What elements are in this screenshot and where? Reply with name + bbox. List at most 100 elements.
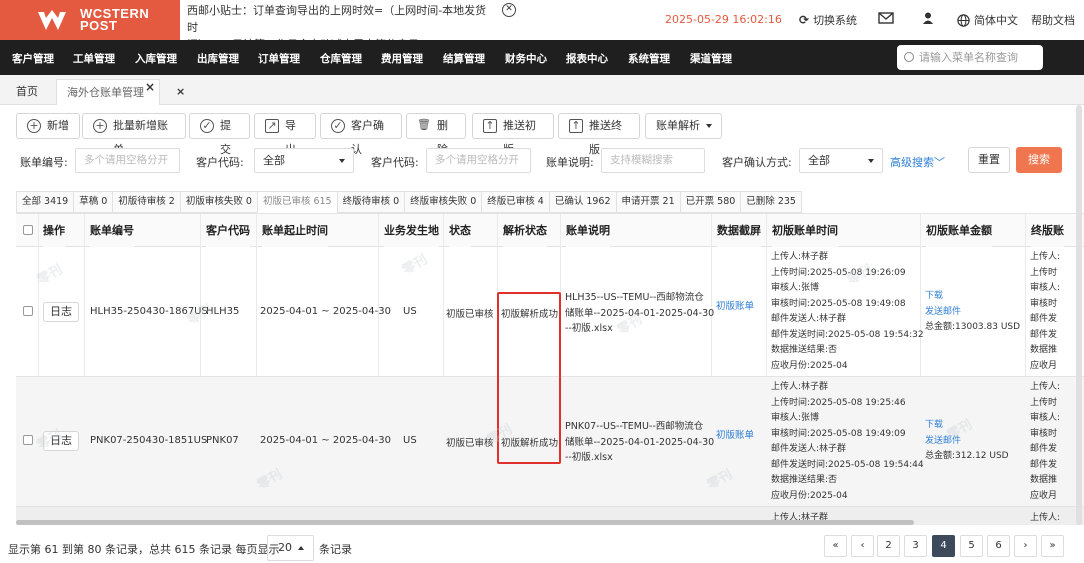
status-tab-initial-approved[interactable]: 初版已审核 615 bbox=[256, 191, 338, 213]
nav-item-report[interactable]: 报表中心 bbox=[566, 51, 608, 66]
upload-icon: ↑ bbox=[569, 119, 583, 133]
bill-parse-dropdown[interactable]: 账单解析 bbox=[645, 113, 722, 139]
col-header-customer[interactable]: 客户代码 bbox=[206, 214, 250, 247]
export-button[interactable]: ↗导出 bbox=[254, 113, 316, 156]
row-checkbox[interactable] bbox=[23, 435, 33, 445]
page-button-current[interactable]: 4 bbox=[932, 535, 955, 557]
col-header-status[interactable]: 状态 bbox=[449, 214, 471, 247]
col-header-period[interactable]: 账单起止时间 bbox=[262, 214, 328, 247]
nav-item-system[interactable]: 系统管理 bbox=[628, 51, 670, 66]
send-email-link[interactable]: 发送邮件 bbox=[925, 305, 1020, 321]
screenshot-link[interactable]: 初版账单 bbox=[716, 427, 754, 441]
send-email-link[interactable]: 发送邮件 bbox=[925, 434, 1009, 450]
tab-bill-management[interactable]: 海外仓账单管理 × bbox=[56, 79, 160, 105]
time-line: 上传时间:2025-05-08 19:25:46 bbox=[771, 397, 906, 408]
page-button-3[interactable]: 3 bbox=[904, 535, 927, 557]
bill-desc-input[interactable]: 支持模糊搜索 bbox=[601, 148, 705, 173]
check-circle-icon: ✓ bbox=[331, 119, 345, 133]
submit-button[interactable]: ✓ 提交 bbox=[189, 113, 250, 156]
status-tab-invoiced[interactable]: 已开票 580 bbox=[679, 191, 742, 213]
nav-item-fee[interactable]: 费用管理 bbox=[381, 51, 423, 66]
tab-home[interactable]: 首页 bbox=[6, 79, 48, 105]
select-all-checkbox[interactable] bbox=[23, 225, 33, 235]
next-page-button[interactable]: › bbox=[1014, 535, 1037, 557]
col-header-location[interactable]: 业务发生地 bbox=[384, 214, 439, 247]
nav-item-order[interactable]: 订单管理 bbox=[258, 51, 300, 66]
nav-item-workorder[interactable]: 工单管理 bbox=[73, 51, 115, 66]
business-location: US bbox=[403, 306, 417, 317]
log-button[interactable]: 日志 bbox=[43, 302, 79, 322]
status-tab-draft[interactable]: 草稿 0 bbox=[73, 191, 114, 213]
time-line: 审核时间:2025-05-08 19:49:08 bbox=[771, 298, 906, 309]
vertical-scrollbar[interactable] bbox=[1076, 105, 1082, 525]
close-all-tabs-icon[interactable]: × bbox=[166, 79, 195, 105]
push-initial-button[interactable]: ↑推送初版 bbox=[472, 113, 554, 156]
nav-item-channel[interactable]: 渠道管理 bbox=[690, 51, 732, 66]
customer-confirm-button[interactable]: ✓ 客户确认 bbox=[320, 113, 402, 156]
first-page-button[interactable]: « bbox=[824, 535, 847, 557]
bill-period: 2025-04-01 ~ 2025-04-30 bbox=[260, 306, 391, 317]
reset-button[interactable]: 重置 bbox=[968, 147, 1010, 173]
download-link[interactable]: 下载 bbox=[925, 289, 1020, 305]
status-tab-confirmed[interactable]: 已确认 1962 bbox=[548, 191, 617, 213]
menu-search-input[interactable]: 请输入菜单名称查询 bbox=[897, 45, 1043, 70]
switch-system-button[interactable]: ⟳ 切换系统 bbox=[799, 12, 857, 28]
time-line: 应收月 bbox=[1030, 490, 1058, 501]
push-final-button[interactable]: ↑ 推送终版 bbox=[558, 113, 640, 156]
col-header-final[interactable]: 终版账 bbox=[1031, 214, 1064, 247]
logo-mark-icon bbox=[38, 10, 66, 30]
status-tab-initial-pending[interactable]: 初版待审核 2 bbox=[112, 191, 181, 213]
page-button-5[interactable]: 5 bbox=[960, 535, 983, 557]
col-header-screenshot[interactable]: 数据截屏 bbox=[717, 214, 761, 247]
logo[interactable]: WCSTERN POST bbox=[0, 0, 180, 40]
last-page-button[interactable]: » bbox=[1041, 535, 1064, 557]
confirm-method-select[interactable]: 全部 bbox=[799, 148, 883, 173]
help-doc-link[interactable]: 帮助文档 bbox=[1031, 12, 1075, 28]
row-checkbox[interactable] bbox=[23, 306, 33, 316]
prev-page-button[interactable]: ‹ bbox=[851, 535, 874, 557]
initial-bill-time: 上传人:林子群 上传时间:2025-05-08 19:25:46 审核人:张博 … bbox=[771, 380, 924, 504]
tab-close-icon[interactable]: × bbox=[145, 74, 155, 100]
nav-item-warehouse[interactable]: 仓库管理 bbox=[320, 51, 362, 66]
time-line: 上传人:林子群 bbox=[771, 382, 829, 392]
status-tab-deleted[interactable]: 已删除 235 bbox=[740, 191, 802, 213]
customer-confirm-label: 客户确认 bbox=[351, 119, 384, 156]
nav-item-settlement[interactable]: 结算管理 bbox=[443, 51, 485, 66]
batch-add-button[interactable]: +批量新增账单 bbox=[82, 113, 186, 156]
total-amount: 总金额:312.12 USD bbox=[925, 451, 1009, 461]
screenshot-link[interactable]: 初版账单 bbox=[716, 298, 754, 312]
col-header-initial-time[interactable]: 初版账单时间 bbox=[772, 214, 838, 247]
top-header: WCSTERN POST 西邮小贴士：订单查询导出的上网时效=（上网时间-本地发… bbox=[0, 0, 1084, 51]
bill-no-input[interactable]: 多个请用空格分开 bbox=[75, 148, 180, 173]
page-size-select[interactable]: 20 bbox=[267, 535, 314, 561]
page-button-6[interactable]: 6 bbox=[987, 535, 1010, 557]
col-header-description[interactable]: 账单说明 bbox=[566, 214, 610, 247]
tip-close-icon[interactable]: ✕ bbox=[502, 3, 516, 17]
search-button[interactable]: 搜索 bbox=[1016, 147, 1062, 173]
time-line: 上传人:林子群 bbox=[771, 252, 829, 262]
nav-item-inbound[interactable]: 入库管理 bbox=[135, 51, 177, 66]
status-tab-final-approved[interactable]: 终版已审核 4 bbox=[481, 191, 550, 213]
status-tab-initial-failed[interactable]: 初版审核失败 0 bbox=[179, 191, 258, 213]
customer-code2-input[interactable]: 多个请用空格分开 bbox=[426, 148, 531, 173]
advanced-search-link[interactable]: 高级搜索﹀ bbox=[890, 154, 945, 170]
horizontal-scrollbar[interactable] bbox=[16, 520, 914, 525]
status-tab-final-failed[interactable]: 终版审核失败 0 bbox=[404, 191, 483, 213]
mail-icon[interactable] bbox=[878, 12, 894, 24]
page-button-2[interactable]: 2 bbox=[877, 535, 900, 557]
add-button[interactable]: + 新增 bbox=[16, 113, 80, 139]
customer-code-select[interactable]: 全部 bbox=[254, 148, 354, 173]
status-tab-all[interactable]: 全部 3419 bbox=[16, 191, 75, 213]
time-line: 数据推 bbox=[1030, 475, 1058, 485]
nav-item-customer[interactable]: 客户管理 bbox=[12, 51, 54, 66]
status-tab-final-pending[interactable]: 终版待审核 0 bbox=[336, 191, 406, 213]
nav-item-finance[interactable]: 财务中心 bbox=[505, 51, 547, 66]
nav-item-outbound[interactable]: 出库管理 bbox=[197, 51, 239, 66]
col-header-bill-no[interactable]: 账单编号 bbox=[90, 214, 134, 247]
delete-button[interactable]: 🗑删除 bbox=[406, 113, 466, 156]
user-icon[interactable] bbox=[923, 12, 933, 24]
col-header-initial-amount[interactable]: 初版账单金额 bbox=[926, 214, 992, 247]
language-switch[interactable]: 简体中文 bbox=[957, 12, 1018, 28]
status-tab-invoice-requested[interactable]: 申请开票 21 bbox=[615, 191, 681, 213]
col-header-parse-status[interactable]: 解析状态 bbox=[503, 214, 547, 247]
